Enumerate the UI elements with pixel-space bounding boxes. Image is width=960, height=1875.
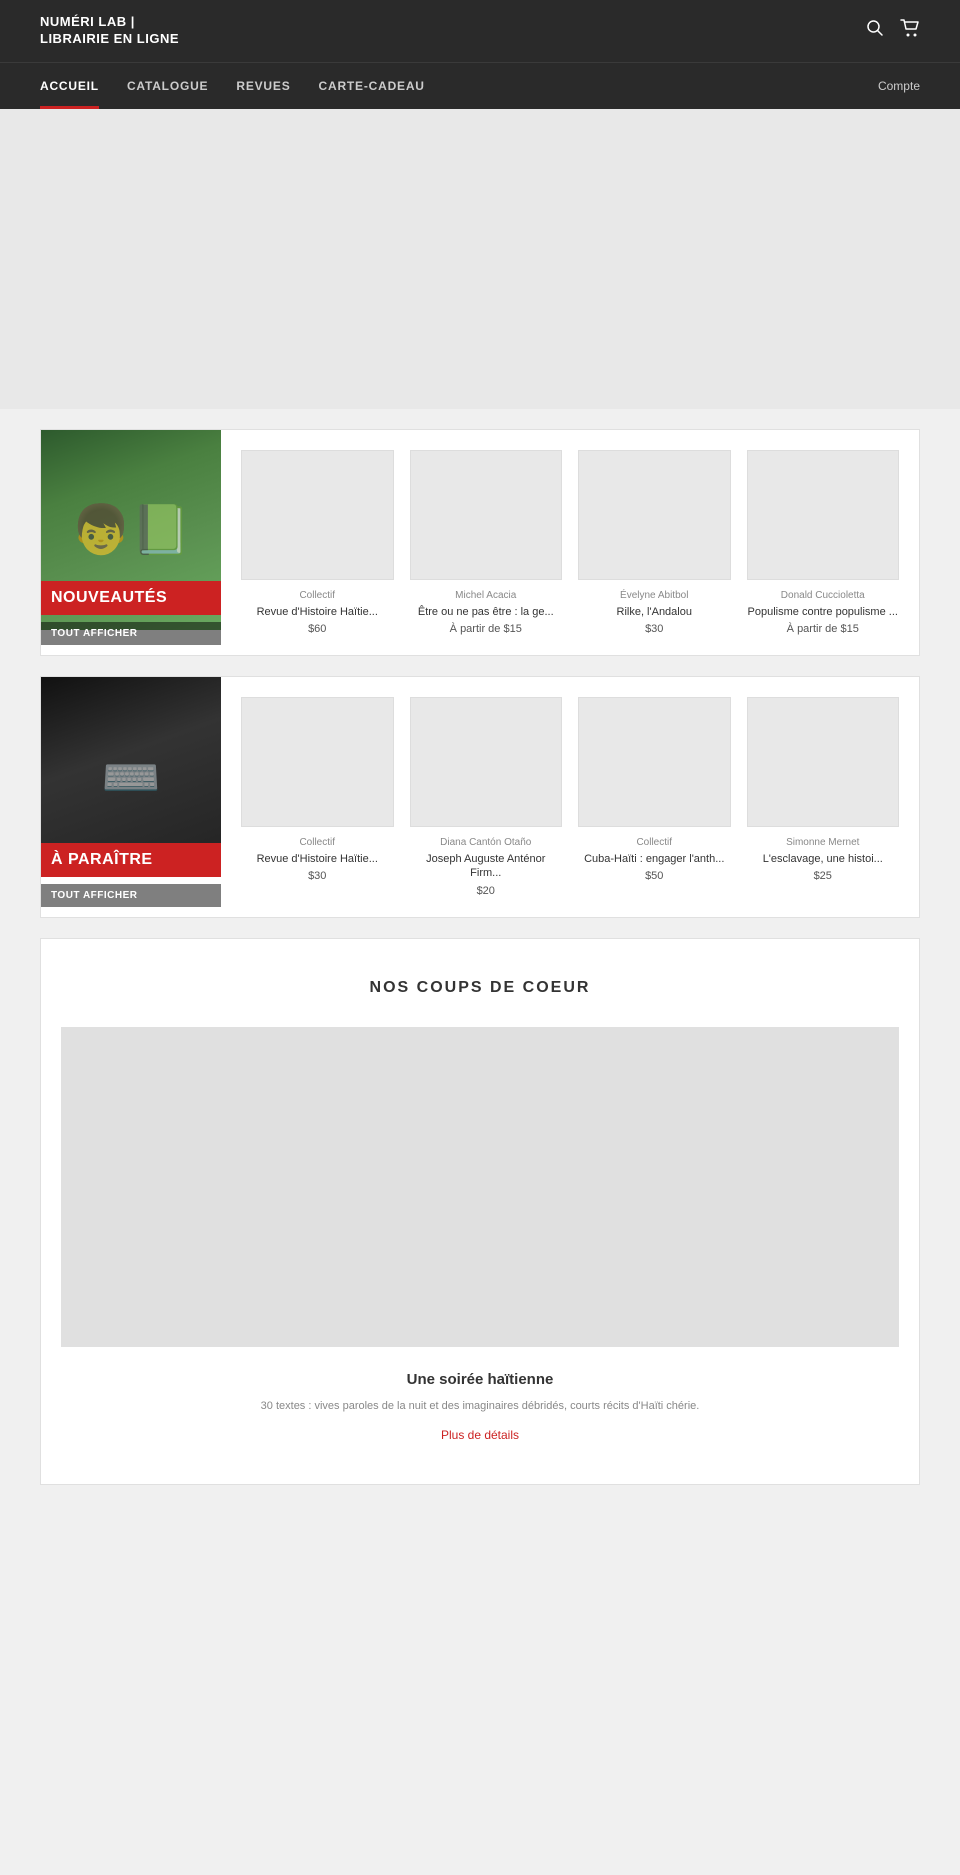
typewriter-icon: ⌨️ — [101, 749, 161, 806]
cart-icon[interactable] — [900, 19, 920, 42]
coups-description: 30 textes : vives paroles de la nuit et … — [230, 1398, 730, 1415]
nouveautes-show-all[interactable]: TOUT AFFICHER — [41, 622, 221, 645]
book-cover-3 — [747, 450, 900, 580]
coups-section: NOS COUPS DE COEUR Une soirée haïtienne … — [40, 938, 920, 1486]
paraite-book-title-1: Joseph Auguste Anténor Firm... — [410, 852, 563, 881]
header-icons — [866, 19, 920, 42]
book-author-2: Évelyne Abitbol — [620, 590, 688, 601]
book-title-1: Être ou ne pas être : la ge... — [418, 605, 554, 619]
book-cover-0 — [241, 450, 394, 580]
nav-item-carte-cadeau[interactable]: CARTE-CADEAU — [319, 63, 425, 109]
paraite-book-author-0: Collectif — [299, 837, 335, 848]
paraite-show-all[interactable]: TOUT AFFICHER — [41, 884, 221, 907]
book-cover-1 — [410, 450, 563, 580]
book-title-3: Populisme contre populisme ... — [748, 605, 898, 619]
paraite-book-price-1: $20 — [477, 885, 495, 897]
book-card-3[interactable]: Donald Cuccioletta Populisme contre popu… — [747, 450, 900, 635]
book-price-0: $60 — [308, 623, 326, 635]
book-price-1: À partir de $15 — [450, 623, 522, 635]
nav-item-revues[interactable]: REVUES — [236, 63, 290, 109]
paraite-book-cover-1 — [410, 697, 563, 827]
coups-book-image — [61, 1027, 899, 1347]
paraite-section: ⌨️ À PARAÎTRE TOUT AFFICHER Collectif Re… — [40, 676, 920, 918]
main-content: 👦📗 NOUVEAUTÉS TOUT AFFICHER Collectif Re… — [0, 409, 960, 1525]
nouveautes-label: NOUVEAUTÉS — [41, 581, 221, 615]
book-title-0: Revue d'Histoire Haïtie... — [257, 605, 378, 619]
paraite-book-cover-3 — [747, 697, 900, 827]
navigation: ACCUEIL CATALOGUE REVUES CARTE-CADEAU Co… — [0, 62, 960, 109]
paraite-book-title-0: Revue d'Histoire Haïtie... — [257, 852, 378, 866]
nav-item-catalogue[interactable]: CATALOGUE — [127, 63, 208, 109]
book-author-1: Michel Acacia — [455, 590, 516, 601]
nouveautes-books-grid: Collectif Revue d'Histoire Haïtie... $60… — [221, 430, 919, 655]
book-author-3: Donald Cuccioletta — [781, 590, 865, 601]
paraite-book-card-3[interactable]: Simonne Mernet L'esclavage, une histoi..… — [747, 697, 900, 882]
paraite-book-card-1[interactable]: Diana Cantón Otaño Joseph Auguste Anténo… — [410, 697, 563, 897]
book-card-0[interactable]: Collectif Revue d'Histoire Haïtie... $60 — [241, 450, 394, 635]
book-title-2: Rilke, l'Andalou — [617, 605, 692, 619]
paraite-book-author-3: Simonne Mernet — [786, 837, 859, 848]
nav-item-accueil[interactable]: ACCUEIL — [40, 63, 99, 109]
paraite-book-card-2[interactable]: Collectif Cuba-Haïti : engager l'anth...… — [578, 697, 731, 882]
book-price-2: $30 — [645, 623, 663, 635]
paraite-book-title-2: Cuba-Haïti : engager l'anth... — [584, 852, 724, 866]
paraite-book-title-3: L'esclavage, une histoi... — [763, 852, 883, 866]
paraite-books-grid: Collectif Revue d'Histoire Haïtie... $30… — [221, 677, 919, 917]
coups-details-link[interactable]: Plus de détails — [441, 1428, 519, 1442]
book-card-1[interactable]: Michel Acacia Être ou ne pas être : la g… — [410, 450, 563, 635]
nav-items: ACCUEIL CATALOGUE REVUES CARTE-CADEAU — [40, 63, 878, 109]
search-icon[interactable] — [866, 19, 884, 42]
paraite-book-price-3: $25 — [814, 870, 832, 882]
site-logo[interactable]: NUMÉRI LAB | LIBRAIRIE EN LIGNE — [40, 14, 200, 48]
paraite-banner: ⌨️ À PARAÎTRE TOUT AFFICHER — [41, 677, 221, 917]
paraite-label: À PARAÎTRE — [41, 843, 221, 877]
paraite-book-cover-0 — [241, 697, 394, 827]
account-link[interactable]: Compte — [878, 79, 920, 93]
paraite-book-author-2: Collectif — [636, 837, 672, 848]
paraite-book-author-1: Diana Cantón Otaño — [440, 837, 531, 848]
coups-title: NOS COUPS DE COEUR — [61, 979, 899, 997]
coups-book-title: Une soirée haïtienne — [61, 1371, 899, 1388]
paraite-book-card-0[interactable]: Collectif Revue d'Histoire Haïtie... $30 — [241, 697, 394, 882]
book-cover-2 — [578, 450, 731, 580]
paraite-book-cover-2 — [578, 697, 731, 827]
nouveautes-banner: 👦📗 NOUVEAUTÉS TOUT AFFICHER — [41, 430, 221, 655]
hero-banner — [0, 109, 960, 409]
paraite-book-price-2: $50 — [645, 870, 663, 882]
book-card-2[interactable]: Évelyne Abitbol Rilke, l'Andalou $30 — [578, 450, 731, 635]
book-price-3: À partir de $15 — [787, 623, 859, 635]
book-author-0: Collectif — [299, 590, 335, 601]
children-reading-icon: 👦📗 — [71, 501, 191, 558]
header: NUMÉRI LAB | LIBRAIRIE EN LIGNE — [0, 0, 960, 62]
nouveautes-section: 👦📗 NOUVEAUTÉS TOUT AFFICHER Collectif Re… — [40, 429, 920, 656]
paraite-book-price-0: $30 — [308, 870, 326, 882]
